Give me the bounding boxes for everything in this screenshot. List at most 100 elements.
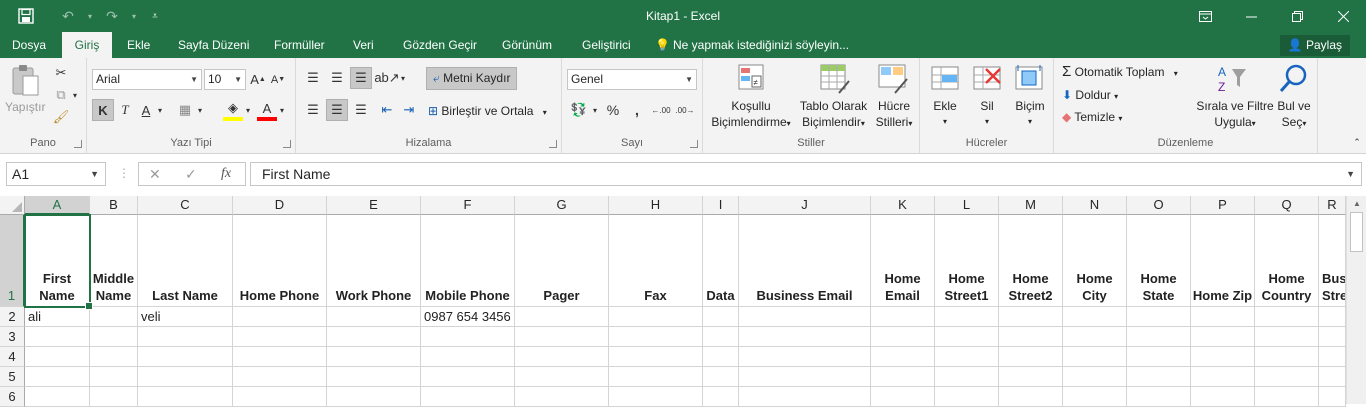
tab-review[interactable]: Gözden Geçir xyxy=(393,32,487,58)
number-launcher-icon[interactable] xyxy=(690,140,698,148)
empty-cell[interactable] xyxy=(739,387,871,407)
empty-cell[interactable] xyxy=(138,387,233,407)
empty-cell[interactable] xyxy=(609,347,703,367)
header-cell[interactable]: Fax xyxy=(609,215,703,307)
empty-cell[interactable] xyxy=(739,347,871,367)
orientation-icon[interactable]: ab↗ xyxy=(374,67,399,89)
header-cell[interactable]: Pager xyxy=(515,215,609,307)
empty-cell[interactable] xyxy=(421,387,515,407)
empty-cell[interactable] xyxy=(1063,387,1127,407)
bold-button[interactable]: K xyxy=(92,99,114,121)
insert-function-icon[interactable]: fx xyxy=(221,166,231,182)
format-painter-icon[interactable]: 🖌 xyxy=(52,108,70,126)
alignment-launcher-icon[interactable] xyxy=(549,140,557,148)
top-align-icon[interactable]: ☰ xyxy=(302,67,324,89)
empty-cell[interactable] xyxy=(90,367,138,387)
empty-cell[interactable] xyxy=(233,347,327,367)
middle-align-icon[interactable]: ☰ xyxy=(326,67,348,89)
empty-cell[interactable] xyxy=(999,387,1063,407)
minimize-icon[interactable] xyxy=(1228,0,1274,32)
paste-button[interactable]: Yapıştır xyxy=(5,99,45,115)
header-cell[interactable]: Data xyxy=(703,215,739,307)
empty-cell[interactable] xyxy=(1319,387,1346,407)
font-color-icon[interactable]: A xyxy=(257,99,277,121)
empty-cell[interactable] xyxy=(871,387,935,407)
select-all-button[interactable] xyxy=(0,196,25,215)
data-cell[interactable]: ali xyxy=(25,307,90,327)
italic-button[interactable]: T xyxy=(116,99,134,121)
empty-cell[interactable] xyxy=(1127,327,1191,347)
fill-color-dropdown-icon[interactable]: ▾ xyxy=(243,99,253,121)
sort-filter-icon[interactable]: AZ xyxy=(1216,63,1248,95)
empty-cell[interactable] xyxy=(421,367,515,387)
column-header[interactable]: E xyxy=(327,196,421,215)
header-cell[interactable]: Home Country xyxy=(1255,215,1319,307)
empty-cell[interactable] xyxy=(327,387,421,407)
conditional-formatting-icon[interactable]: ≠ xyxy=(737,63,769,95)
empty-cell[interactable] xyxy=(515,347,609,367)
column-header[interactable]: G xyxy=(515,196,609,215)
header-cell[interactable]: First Name xyxy=(25,215,90,307)
empty-cell[interactable] xyxy=(999,347,1063,367)
row-header[interactable]: 6 xyxy=(0,387,25,407)
column-header[interactable]: M xyxy=(999,196,1063,215)
column-header[interactable]: F xyxy=(421,196,515,215)
increase-indent-icon[interactable]: ⇥ xyxy=(398,99,420,121)
data-cell[interactable] xyxy=(739,307,871,327)
tab-home[interactable]: Giriş xyxy=(62,32,112,58)
column-header[interactable]: Q xyxy=(1255,196,1319,215)
empty-cell[interactable] xyxy=(1127,387,1191,407)
tab-data[interactable]: Veri xyxy=(343,32,384,58)
empty-cell[interactable] xyxy=(138,327,233,347)
increase-decimal-icon[interactable]: ←.00 xyxy=(650,99,672,121)
empty-cell[interactable] xyxy=(609,327,703,347)
empty-cell[interactable] xyxy=(739,327,871,347)
header-cell[interactable]: Business Email xyxy=(739,215,871,307)
column-header[interactable]: B xyxy=(90,196,138,215)
data-cell[interactable] xyxy=(1127,307,1191,327)
empty-cell[interactable] xyxy=(421,347,515,367)
cut-icon[interactable]: ✂ xyxy=(52,64,70,82)
format-as-table-icon[interactable] xyxy=(819,63,851,95)
header-cell[interactable]: Home Street1 xyxy=(935,215,999,307)
cell-styles-button[interactable]: Hücre Stilleri▾ xyxy=(871,98,917,132)
sort-filter-button[interactable]: Sırala ve Filtre Uygula▾ xyxy=(1194,98,1276,132)
align-right-icon[interactable]: ☰ xyxy=(350,99,372,121)
bottom-align-icon[interactable]: ☰ xyxy=(350,67,372,89)
comma-style-icon[interactable]: , xyxy=(626,99,648,121)
empty-cell[interactable] xyxy=(703,327,739,347)
find-select-button[interactable]: Bul ve Seç▾ xyxy=(1273,98,1315,132)
column-header[interactable]: J xyxy=(739,196,871,215)
format-as-table-button[interactable]: Tablo Olarak Biçimlendir▾ xyxy=(796,98,871,132)
empty-cell[interactable] xyxy=(25,327,90,347)
header-cell[interactable]: Home Street2 xyxy=(999,215,1063,307)
column-header[interactable]: D xyxy=(233,196,327,215)
data-cell[interactable] xyxy=(233,307,327,327)
empty-cell[interactable] xyxy=(1319,367,1346,387)
empty-cell[interactable] xyxy=(739,367,871,387)
insert-cells-icon[interactable] xyxy=(930,63,962,95)
data-cell[interactable] xyxy=(327,307,421,327)
data-cell[interactable] xyxy=(935,307,999,327)
decrease-font-size-icon[interactable]: A ▼ xyxy=(269,69,287,90)
align-center-icon[interactable]: ☰ xyxy=(326,99,348,121)
column-header[interactable]: L xyxy=(935,196,999,215)
empty-cell[interactable] xyxy=(1191,327,1255,347)
column-header[interactable]: R xyxy=(1319,196,1346,215)
empty-cell[interactable] xyxy=(703,347,739,367)
empty-cell[interactable] xyxy=(1127,347,1191,367)
fill-color-icon[interactable]: ◈ xyxy=(223,99,243,121)
empty-cell[interactable] xyxy=(1063,367,1127,387)
formula-input[interactable]: First Name ▼ xyxy=(250,162,1362,186)
empty-cell[interactable] xyxy=(1063,327,1127,347)
percent-style-button[interactable]: % xyxy=(602,99,624,121)
header-cell[interactable]: Middle Name xyxy=(90,215,138,307)
empty-cell[interactable] xyxy=(999,327,1063,347)
orientation-dropdown-icon[interactable]: ▾ xyxy=(398,67,408,89)
header-cell[interactable]: Work Phone xyxy=(327,215,421,307)
tab-formulas[interactable]: Formüller xyxy=(264,32,335,58)
header-cell[interactable]: Last Name xyxy=(138,215,233,307)
insert-cells-button[interactable]: Ekle ▾ xyxy=(926,98,964,130)
header-cell[interactable]: BusinessStreet xyxy=(1319,215,1346,307)
empty-cell[interactable] xyxy=(871,327,935,347)
